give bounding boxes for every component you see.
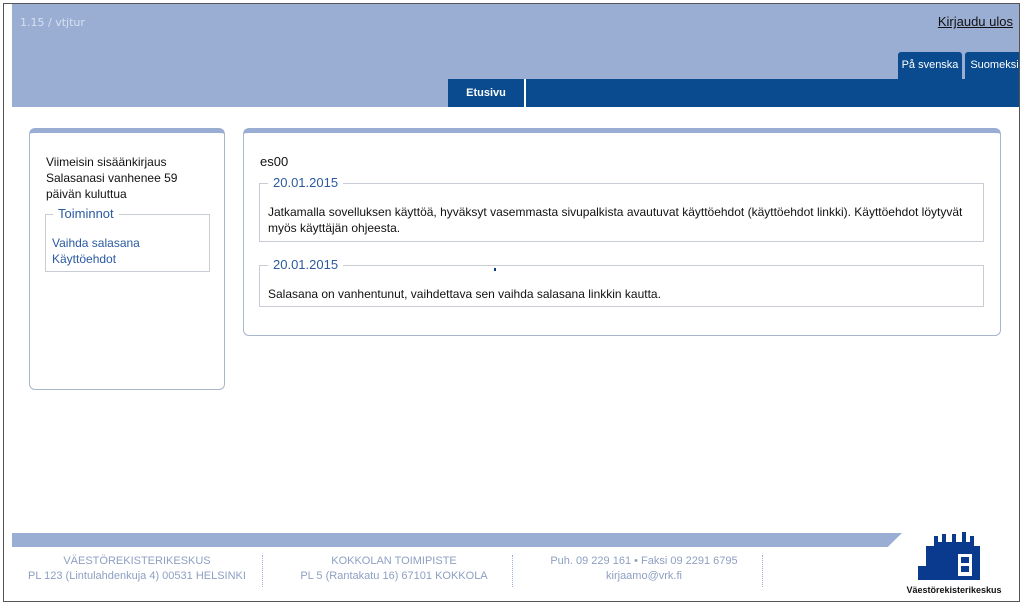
footer-divider	[512, 555, 513, 587]
vrk-logo: Väestörekisterikeskus	[904, 528, 1004, 598]
tab-etusivu[interactable]: Etusivu	[448, 79, 526, 107]
nav-bar: Etusivu	[448, 79, 1019, 107]
footer-email: kirjaamo@vrk.fi	[606, 570, 682, 582]
logout-link[interactable]: Kirjaudu ulos	[938, 14, 1013, 29]
last-login-label: Viimeisin sisäänkirjaus	[46, 155, 167, 169]
message-box: 20.01.2015 Salasana on vanhentunut, vaih…	[259, 257, 984, 307]
actions-group: Toiminnot Vaihda salasana Käyttöehdot	[45, 206, 210, 272]
actions-list: Vaihda salasana Käyttöehdot	[52, 235, 140, 267]
message-date: 20.01.2015	[268, 175, 344, 190]
footer-address: PL 5 (Rantakatu 16) 67101 KOKKOLA	[300, 570, 488, 582]
footer-office-name: KOKKOLAN TOIMIPISTE	[331, 555, 457, 567]
message-text: Salasana on vanhentunut, vaihdettava sen…	[268, 287, 661, 301]
language-swedish-tab[interactable]: På svenska	[898, 52, 962, 79]
language-finnish-tab[interactable]: Suomeksi	[965, 52, 1019, 79]
footer-helsinki: VÄESTÖREKISTERIKESKUS PL 123 (Lintulahde…	[22, 554, 252, 584]
app-window: 1.15 / vtjtur Kirjaudu ulos På svenska S…	[3, 3, 1020, 602]
footer-divider	[762, 555, 763, 587]
logo-text: Väestörekisterikeskus	[906, 585, 1002, 595]
footer-stripe	[12, 533, 902, 547]
castle-logo-icon	[918, 532, 980, 580]
footer-kokkola: KOKKOLAN TOIMIPISTE PL 5 (Rantakatu 16) …	[279, 554, 509, 584]
terms-of-use-link[interactable]: Käyttöehdot	[52, 251, 140, 267]
username: es00	[260, 154, 289, 169]
actions-title: Toiminnot	[53, 206, 119, 221]
version-label: 1.15 / vtjtur	[20, 16, 85, 29]
cursor-mark	[494, 268, 496, 271]
change-password-link[interactable]: Vaihda salasana	[52, 235, 140, 251]
footer-phone: Puh. 09 229 161 • Faksi 09 2291 6795	[550, 555, 738, 567]
login-info: Viimeisin sisäänkirjaus Salasanasi vanhe…	[46, 154, 206, 202]
footer-org-name: VÄESTÖREKISTERIKESKUS	[63, 555, 211, 567]
header: 1.15 / vtjtur Kirjaudu ulos På svenska S…	[12, 4, 1019, 107]
footer-contact: Puh. 09 229 161 • Faksi 09 2291 6795 kir…	[529, 554, 759, 584]
sidebar-panel: Viimeisin sisäänkirjaus Salasanasi vanhe…	[29, 128, 225, 390]
footer-address: PL 123 (Lintulahdenkuja 4) 00531 HELSINK…	[28, 570, 246, 582]
message-box: 20.01.2015 Jatkamalla sovelluksen käyttö…	[259, 175, 984, 242]
footer: VÄESTÖREKISTERIKESKUS PL 123 (Lintulahde…	[12, 547, 1019, 601]
footer-divider	[262, 555, 263, 587]
password-expiry-text: Salasanasi vanhenee 59 päivän kuluttua	[46, 171, 178, 201]
message-date: 20.01.2015	[268, 257, 344, 272]
message-text: Jatkamalla sovelluksen käyttöä, hyväksyt…	[268, 205, 963, 235]
main-panel: es00 20.01.2015 Jatkamalla sovelluksen k…	[243, 128, 1001, 336]
